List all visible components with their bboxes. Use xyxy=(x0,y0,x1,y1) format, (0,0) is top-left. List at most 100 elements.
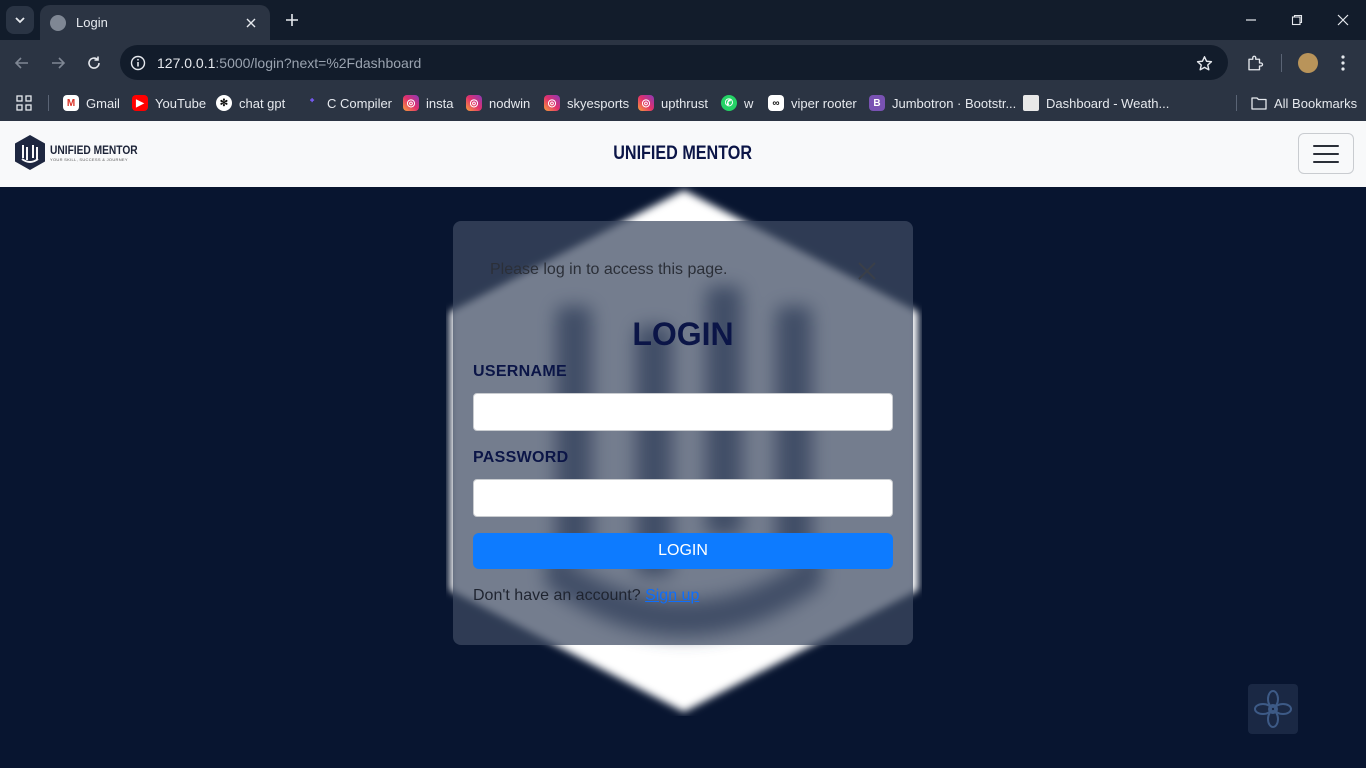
bookmarks-divider xyxy=(1236,95,1237,111)
bookmark-label: nodwin xyxy=(489,95,531,111)
flower-icon xyxy=(1254,690,1292,728)
page-viewport: UNIFIED MENTOR YOUR SKILL, SUCCESS & JOU… xyxy=(0,121,1366,768)
hamburger-line xyxy=(1313,160,1339,163)
bookmarks-divider xyxy=(48,95,49,111)
extensions-button[interactable] xyxy=(1243,51,1267,75)
close-icon xyxy=(858,262,876,280)
all-bookmarks-label: All Bookmarks xyxy=(1274,95,1358,111)
browser-menu-button[interactable] xyxy=(1331,51,1355,75)
restore-button[interactable] xyxy=(1274,0,1320,40)
browser-toolbar: 127.0.0.1:5000/login?next=%2Fdashboard xyxy=(0,40,1366,85)
close-window-button[interactable] xyxy=(1320,0,1366,40)
instagram-icon: ◎ xyxy=(544,95,560,111)
apps-grid-icon xyxy=(16,95,32,111)
username-label: USERNAME xyxy=(473,363,567,380)
gmail-icon: M xyxy=(63,95,79,111)
bookmark-label: viper rooter xyxy=(791,95,857,111)
reload-icon xyxy=(88,56,100,69)
bootstrap-icon: B xyxy=(869,95,885,111)
restore-icon xyxy=(1291,14,1303,26)
puzzle-icon xyxy=(1248,55,1264,71)
alert-close-button[interactable] xyxy=(855,259,879,283)
instagram-icon: ◎ xyxy=(403,95,419,111)
floating-assistant-button[interactable] xyxy=(1248,684,1298,734)
all-bookmarks-button[interactable]: All Bookmarks xyxy=(1251,92,1357,114)
instagram-icon: ◎ xyxy=(466,95,482,111)
whatsapp-icon: ✆ xyxy=(721,95,737,111)
close-icon xyxy=(246,18,256,27)
site-navbar: UNIFIED MENTOR YOUR SKILL, SUCCESS & JOU… xyxy=(0,121,1366,187)
username-input[interactable] xyxy=(473,393,893,431)
bookmark-label: upthrust xyxy=(661,95,708,111)
browser-tab-login[interactable]: Login xyxy=(40,5,270,40)
navbar-title-text: UNIFIED MENTOR xyxy=(613,143,753,164)
bookmark-viper-rooter[interactable]: ∞ viper rooter xyxy=(768,92,857,114)
folder-icon xyxy=(1251,95,1267,111)
signup-prompt-text: Don't have an account? xyxy=(473,587,641,604)
flash-alert-message: Please log in to access this page. xyxy=(490,261,728,278)
url-path: :5000/login?next=%2Fdashboard xyxy=(215,54,422,71)
bookmark-label: C Compiler xyxy=(327,95,393,111)
bookmark-skyesports[interactable]: ◎ skyesports xyxy=(544,92,629,114)
bookmark-chat-gpt[interactable]: ✻ chat gpt xyxy=(216,92,285,114)
arrow-left-icon xyxy=(14,57,28,69)
bookmark-label: Gmail xyxy=(86,95,120,111)
page-icon xyxy=(1023,95,1039,111)
navbar-title: UNIFIED MENTOR xyxy=(0,143,1366,165)
bookmark-nodwin[interactable]: ◎ nodwin xyxy=(466,92,530,114)
bookmark-c-compiler[interactable]: ᐩ C Compiler xyxy=(304,92,392,114)
chatgpt-icon: ✻ xyxy=(216,95,232,111)
plus-icon xyxy=(286,14,298,26)
bookmark-insta[interactable]: ◎ insta xyxy=(403,92,453,114)
login-submit-button[interactable]: LOGIN xyxy=(473,533,893,569)
profile-avatar[interactable] xyxy=(1298,53,1318,73)
bookmark-youtube[interactable]: ▶ YouTube xyxy=(132,92,206,114)
bookmark-star-button[interactable] xyxy=(1194,53,1214,73)
bookmark-gmail[interactable]: M Gmail xyxy=(63,92,120,114)
minimize-button[interactable] xyxy=(1228,0,1274,40)
address-bar[interactable]: 127.0.0.1:5000/login?next=%2Fdashboard xyxy=(120,45,1228,80)
bookmark-label: skyesports xyxy=(567,95,630,111)
toolbar-divider xyxy=(1281,54,1282,72)
password-input[interactable] xyxy=(473,479,893,517)
chevron-down-icon xyxy=(15,17,25,24)
password-label: PASSWORD xyxy=(473,449,569,466)
star-icon xyxy=(1196,55,1212,71)
bookmarks-bar: M Gmail ▶ YouTube ✻ chat gpt ᐩ C Compile… xyxy=(0,85,1366,121)
compiler-icon: ᐩ xyxy=(309,95,315,110)
login-card: Please log in to access this page. LOGIN… xyxy=(453,221,913,645)
bookmark-label: chat gpt xyxy=(239,95,286,111)
bookmark-label: insta xyxy=(426,95,454,111)
site-info-icon[interactable] xyxy=(128,53,148,73)
bookmark-upthrust[interactable]: ◎ upthrust xyxy=(638,92,708,114)
bookmark-w[interactable]: ✆ w xyxy=(721,92,753,114)
tab-title: Login xyxy=(76,15,108,30)
signup-prompt-row: Don't have an account? Sign up xyxy=(473,587,699,605)
globe-icon xyxy=(50,14,66,31)
url-host: 127.0.0.1 xyxy=(157,54,216,71)
login-heading: LOGIN xyxy=(632,316,734,352)
signup-link[interactable]: Sign up xyxy=(645,587,699,604)
tab-close-button[interactable] xyxy=(242,14,260,32)
hamburger-line xyxy=(1313,152,1339,155)
forward-button[interactable] xyxy=(45,50,71,76)
bookmark-label: Dashboard - Weath... xyxy=(1046,95,1170,111)
close-icon xyxy=(1337,14,1349,26)
minimize-icon xyxy=(1246,19,1256,21)
hamburger-line xyxy=(1313,144,1339,147)
youtube-icon: ▶ xyxy=(132,95,148,111)
kebab-menu-icon xyxy=(1341,55,1345,71)
reload-button[interactable] xyxy=(81,50,107,76)
tab-search-button[interactable] xyxy=(6,6,34,34)
arrow-right-icon xyxy=(52,57,66,69)
viper-icon: ∞ xyxy=(768,95,784,111)
navbar-toggler-button[interactable] xyxy=(1298,133,1354,174)
bookmark-jumbotron[interactable]: B Jumbotron · Bootstr... xyxy=(869,92,1016,114)
bookmark-label: YouTube xyxy=(155,95,207,111)
instagram-icon: ◎ xyxy=(638,95,654,111)
browser-tab-strip: Login xyxy=(0,0,1366,40)
bookmark-dashboard-weather[interactable]: Dashboard - Weath... xyxy=(1023,92,1169,114)
apps-button[interactable] xyxy=(16,92,32,114)
back-button[interactable] xyxy=(9,50,35,76)
new-tab-button[interactable] xyxy=(282,10,302,30)
